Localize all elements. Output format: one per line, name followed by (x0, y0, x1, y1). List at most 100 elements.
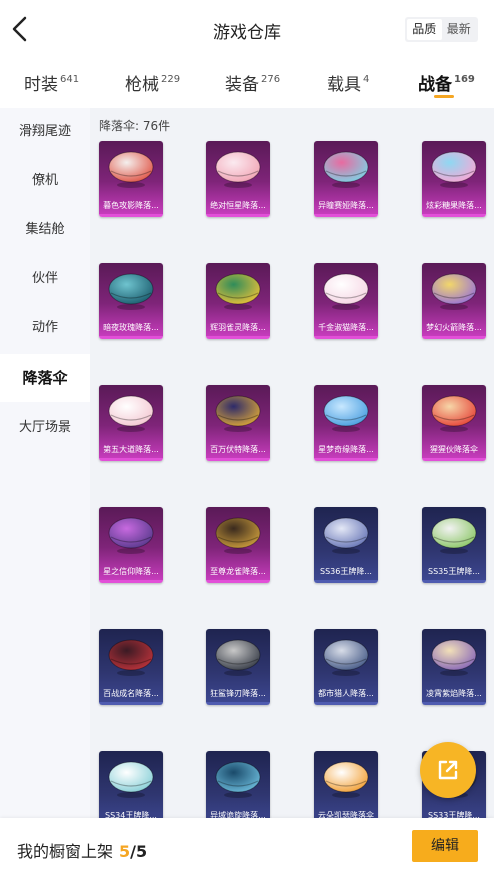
parachute-icon (215, 639, 261, 676)
sidebar-item-parachute[interactable]: 降落伞 (0, 354, 90, 402)
item-name: 凌霄紫焰降落... (426, 689, 482, 698)
sidebar-item-wingman[interactable]: 僚机 (0, 157, 90, 205)
parachute-item-card[interactable]: SS36王牌降... (314, 507, 378, 583)
item-count-label: 降落伞: 76件 (99, 119, 171, 133)
parachute-item-card[interactable]: 梦幻火箭降落... (422, 263, 486, 339)
top-bar: 游戏仓库 品质 最新 (0, 0, 494, 58)
sort-by-quality-button[interactable]: 品质 (407, 19, 442, 40)
item-name: SS34王牌降... (105, 811, 157, 818)
parachute-icon (108, 151, 154, 188)
parachute-item-card[interactable]: 都市猎人降落... (314, 629, 378, 705)
tab-count: 229 (161, 74, 181, 85)
tab-outfits[interactable]: 时装 641 (24, 70, 79, 95)
item-name: 异域诡旋降落... (210, 811, 266, 818)
sort-toggle: 品质 最新 (405, 17, 478, 42)
sidebar-item-emote[interactable]: 动作 (0, 304, 90, 352)
parachute-icon (108, 639, 154, 676)
tab-weapons[interactable]: 枪械 229 (125, 70, 180, 95)
parachute-item-card[interactable]: 炫彩糖果降落... (422, 141, 486, 217)
active-tab-indicator (434, 95, 454, 98)
parachute-icon (431, 639, 477, 676)
parachute-item-card[interactable]: 暗夜玫瑰降落... (99, 263, 163, 339)
parachute-icon (431, 273, 477, 310)
item-name: 星之信仰降落... (103, 567, 159, 576)
item-name: 异瞳赛娅降落... (318, 201, 374, 210)
parachute-item-card[interactable]: 百战成名降落... (99, 629, 163, 705)
showcase-footer: 我的橱窗上架 5/5 编辑 (0, 818, 494, 875)
item-grid-panel: 降落伞: 76件 暮色攻影降落... 绝对恒星降落... 异瞳赛娅降落... 炫彩糖果… (90, 108, 494, 818)
parachute-item-card[interactable]: 猩猩伙降落伞 (422, 385, 486, 461)
item-name: 暗夜玫瑰降落... (103, 323, 159, 332)
showcase-total-count: /5 (130, 842, 148, 861)
parachute-icon (323, 639, 369, 676)
item-name: 绝对恒星降落... (210, 201, 266, 210)
parachute-icon (215, 273, 261, 310)
showcase-current-count: 5 (119, 842, 131, 861)
tab-count: 4 (363, 74, 370, 85)
parachute-item-card[interactable]: 云朵凯瑟降落伞 (314, 751, 378, 818)
parachute-icon (108, 273, 154, 310)
parachute-item-card[interactable]: 辉羽雀灵降落... (206, 263, 270, 339)
share-button[interactable] (420, 742, 476, 798)
parachute-icon (431, 517, 477, 554)
item-name: 云朵凯瑟降落伞 (318, 811, 374, 818)
item-name: SS33王牌降... (428, 811, 480, 818)
tab-battle-gear[interactable]: 战备 169 (418, 70, 475, 95)
parachute-item-card[interactable]: 百万伏特降落... (206, 385, 270, 461)
tab-count: 641 (60, 74, 80, 85)
sidebar-item-assembly-pod[interactable]: 集结舱 (0, 206, 90, 254)
item-name: SS36王牌降... (320, 567, 372, 576)
parachute-icon (323, 761, 369, 798)
parachute-icon (323, 395, 369, 432)
tab-equipment[interactable]: 装备 276 (225, 70, 280, 95)
parachute-icon (431, 151, 477, 188)
sidebar-item-lobby-scene[interactable]: 大厅场景 (0, 404, 90, 452)
item-name: 至尊龙雀降落... (210, 567, 266, 576)
parachute-item-card[interactable]: SS34王牌降... (99, 751, 163, 818)
parachute-icon (108, 395, 154, 432)
parachute-icon (215, 151, 261, 188)
edit-button[interactable]: 编辑 (412, 830, 478, 862)
parachute-icon (215, 395, 261, 432)
item-name: 千金淑猫降落... (318, 323, 374, 332)
parachute-item-card[interactable]: SS35王牌降... (422, 507, 486, 583)
item-name: 百万伏特降落... (210, 445, 266, 454)
sidebar-item-companion[interactable]: 伙伴 (0, 255, 90, 303)
subcategory-sidebar: 滑翔尾迹 僚机 集结舱 伙伴 动作 降落伞 大厅场景 (0, 108, 90, 818)
share-external-icon (438, 760, 458, 780)
item-name: 辉羽雀灵降落... (210, 323, 266, 332)
parachute-icon (215, 517, 261, 554)
item-name: 狂鲨锋刃降落... (210, 689, 266, 698)
sort-by-newest-button[interactable]: 最新 (442, 19, 477, 40)
item-name: 猩猩伙降落伞 (430, 445, 478, 454)
tab-vehicles[interactable]: 载具 4 (327, 70, 369, 95)
parachute-icon (323, 151, 369, 188)
parachute-item-card[interactable]: 至尊龙雀降落... (206, 507, 270, 583)
parachute-item-card[interactable]: 绝对恒星降落... (206, 141, 270, 217)
parachute-item-card[interactable]: 异域诡旋降落... (206, 751, 270, 818)
parachute-item-card[interactable]: 千金淑猫降落... (314, 263, 378, 339)
item-name: 百战成名降落... (103, 689, 159, 698)
item-name: 梦幻火箭降落... (426, 323, 482, 332)
parachute-icon (108, 517, 154, 554)
parachute-item-card[interactable]: 狂鲨锋刃降落... (206, 629, 270, 705)
tab-count: 169 (454, 74, 475, 85)
parachute-item-card[interactable]: 星梦奇缘降落... (314, 385, 378, 461)
parachute-item-card[interactable]: 凌霄紫焰降落... (422, 629, 486, 705)
parachute-icon (323, 517, 369, 554)
parachute-icon (108, 761, 154, 798)
parachute-item-card[interactable]: 暮色攻影降落... (99, 141, 163, 217)
parachute-item-card[interactable]: 异瞳赛娅降落... (314, 141, 378, 217)
sidebar-item-glide-trail[interactable]: 滑翔尾迹 (0, 108, 90, 156)
item-name: 第五大道降落... (103, 445, 159, 454)
parachute-icon (431, 395, 477, 432)
parachute-item-card[interactable]: 星之信仰降落... (99, 507, 163, 583)
item-name: SS35王牌降... (428, 567, 480, 576)
category-tabs: 时装 641 枪械 229 装备 276 载具 4 战备 169 (0, 58, 494, 108)
tab-count: 276 (261, 74, 281, 85)
item-name: 星梦奇缘降落... (318, 445, 374, 454)
showcase-label: 我的橱窗上架 5/5 (17, 842, 148, 861)
parachute-item-card[interactable]: 第五大道降落... (99, 385, 163, 461)
item-name: 都市猎人降落... (318, 689, 374, 698)
parachute-icon (323, 273, 369, 310)
